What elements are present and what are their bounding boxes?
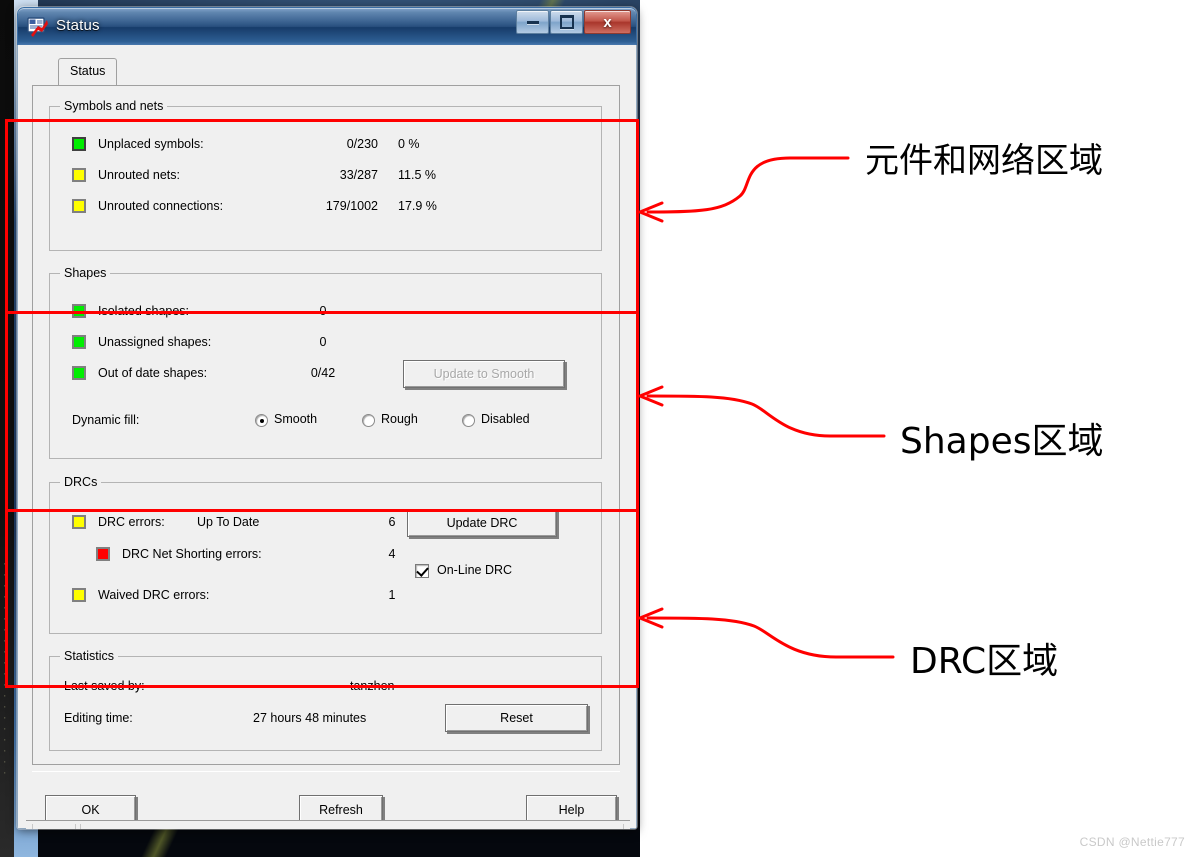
row-label: Waived DRC errors: <box>98 588 210 602</box>
status-swatch-drc-errors <box>72 515 86 529</box>
minimize-icon <box>517 11 548 33</box>
row-label: DRC Net Shorting errors: <box>122 547 262 561</box>
update-drc-button[interactable]: Update DRC <box>407 509 557 537</box>
last-saved-by-value: tanzhen <box>350 679 395 693</box>
row-label: Unassigned shapes: <box>98 335 212 349</box>
group-legend-shapes: Shapes <box>60 266 111 280</box>
status-swatch-isolated-shapes <box>72 304 86 318</box>
row-isolated-shapes: Isolated shapes: 0 <box>72 302 592 322</box>
row-unplaced-symbols: Unplaced symbols: 0/230 0 % <box>72 135 592 155</box>
radio-label-rough: Rough <box>381 412 418 426</box>
row-label: Unrouted nets: <box>98 168 180 182</box>
row-label: DRC errors: <box>98 515 165 529</box>
tab-control: Status Symbols and nets Unplaced symbols… <box>32 58 620 765</box>
background-text-column: · · · · · · · · · · · · · · · · · · · · <box>2 560 8 779</box>
radio-dot-smooth <box>255 414 268 427</box>
row-label: Unrouted connections: <box>98 199 224 213</box>
status-bar-cell-main <box>80 824 624 829</box>
annotation-label-shapes: Shapes区域 <box>900 421 1104 462</box>
allegro-pcb-icon <box>27 16 49 38</box>
row-percent: 11.5 % <box>398 168 436 182</box>
drc-errors-status: Up To Date <box>197 515 260 529</box>
row-value: 33/287 <box>339 168 378 182</box>
row-label: Out of date shapes: <box>98 366 208 380</box>
group-legend-drcs: DRCs <box>60 475 102 489</box>
status-swatch-unplaced-symbols <box>72 137 86 151</box>
tab-strip: Status <box>32 58 620 86</box>
radio-dot-disabled <box>462 414 475 427</box>
status-bar-cell-left <box>32 824 76 829</box>
radio-label-disabled: Disabled <box>481 412 530 426</box>
status-swatch-unassigned-shapes <box>72 335 86 349</box>
tab-status[interactable]: Status <box>58 58 118 85</box>
group-shapes: Shapes Isolated shapes: 0 Unassigned sha… <box>49 266 602 459</box>
row-label: Unplaced symbols: <box>98 137 204 151</box>
row-value: 6 <box>388 515 396 529</box>
status-swatch-out-of-date-shapes <box>72 366 86 380</box>
status-swatch-unrouted-connections <box>72 199 86 213</box>
radio-dot-rough <box>362 414 375 427</box>
last-saved-by-label: Last saved by: <box>64 679 145 693</box>
row-label: Isolated shapes: <box>98 304 190 318</box>
row-drc-net-shorting-errors: DRC Net Shorting errors: 4 <box>96 545 596 565</box>
footer-divider <box>32 771 620 772</box>
status-dialog-window: Status x Status Symbols and nets Unplace… <box>17 7 637 829</box>
annotation-label-symbols-and-nets: 元件和网络区域 <box>865 141 1103 181</box>
row-unassigned-shapes: Unassigned shapes: 0 <box>72 333 592 353</box>
row-value: 4 <box>388 547 396 561</box>
online-drc-label: On-Line DRC <box>437 563 513 577</box>
row-waived-drc-errors: Waived DRC errors: 1 <box>72 586 592 606</box>
row-unrouted-nets: Unrouted nets: 33/287 11.5 % <box>72 166 592 186</box>
row-value: 179/1002 <box>325 199 378 213</box>
row-value: 0/42 <box>310 366 336 380</box>
dynamic-fill-label: Dynamic fill: <box>72 413 140 427</box>
maximize-icon <box>551 11 582 33</box>
group-statistics: Statistics Last saved by: tanzhen Editin… <box>49 649 602 751</box>
status-swatch-unrouted-nets <box>72 168 86 182</box>
row-value: 1 <box>388 588 396 602</box>
annotation-label-drc: DRC区域 <box>910 641 1059 682</box>
reset-button[interactable]: Reset <box>445 704 588 732</box>
watermark: CSDN @Nettie777 <box>1079 835 1185 849</box>
tab-panel-status: Symbols and nets Unplaced symbols: 0/230… <box>32 85 620 765</box>
row-value: 0 <box>319 304 327 318</box>
window-controls: x <box>515 10 631 34</box>
update-to-smooth-button[interactable]: Update to Smooth <box>403 360 565 388</box>
status-bar <box>26 820 630 829</box>
close-button[interactable]: x <box>584 10 631 34</box>
row-unrouted-connections: Unrouted connections: 179/1002 17.9 % <box>72 197 592 217</box>
row-percent: 17.9 % <box>398 199 437 213</box>
minimize-button[interactable] <box>516 10 549 34</box>
checkbox-icon-online-drc <box>415 564 429 578</box>
window-body: Status Symbols and nets Unplaced symbols… <box>17 45 637 829</box>
editing-time-value: 27 hours 48 minutes <box>253 711 367 725</box>
row-value: 0/230 <box>346 137 378 151</box>
maximize-button[interactable] <box>550 10 583 34</box>
group-legend-statistics: Statistics <box>60 649 119 663</box>
group-legend-symbols-and-nets: Symbols and nets <box>60 99 168 113</box>
window-title: Status <box>56 17 100 34</box>
row-value: 0 <box>319 335 327 349</box>
close-icon: x <box>603 13 612 31</box>
row-percent: 0 % <box>398 137 420 151</box>
editing-time-label: Editing time: <box>64 711 133 725</box>
status-swatch-waived-drc-errors <box>72 588 86 602</box>
status-swatch-drc-net-shorting <box>96 547 110 561</box>
radio-label-smooth: Smooth <box>274 412 318 426</box>
group-symbols-and-nets: Symbols and nets Unplaced symbols: 0/230… <box>49 99 602 251</box>
title-bar[interactable]: Status x <box>17 7 637 46</box>
group-drcs: DRCs DRC errors: Up To Date 6 Update DRC… <box>49 475 602 634</box>
